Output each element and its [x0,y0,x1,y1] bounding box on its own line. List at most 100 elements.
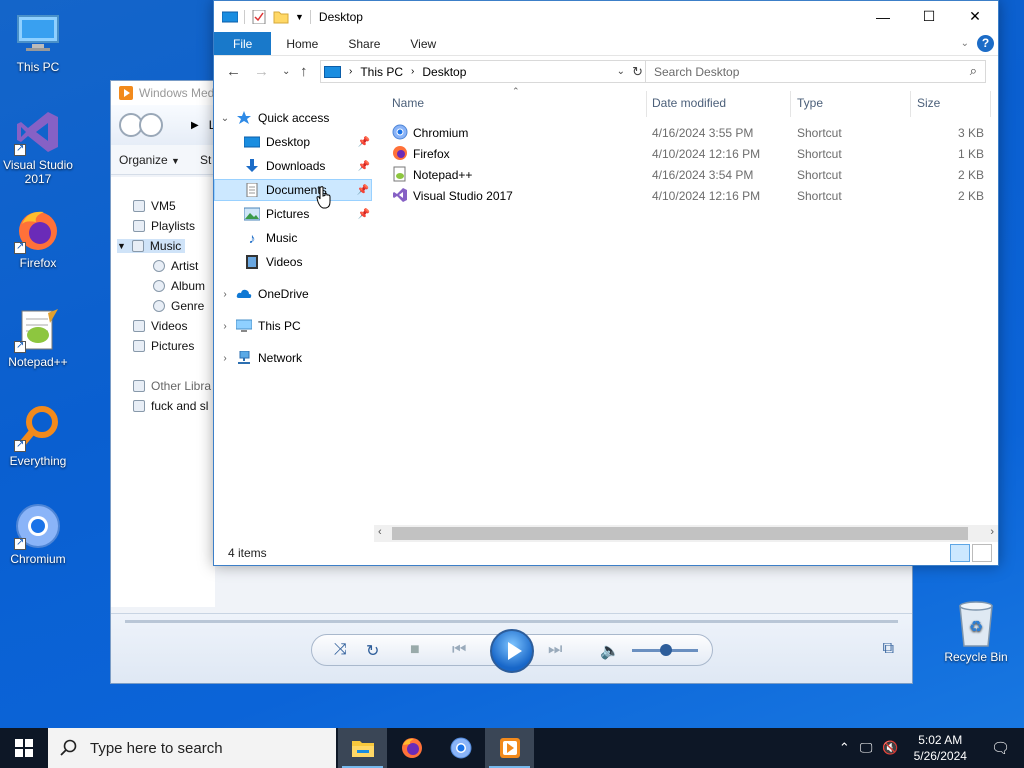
notifications-icon[interactable]: 🗨 [977,739,1024,757]
stop-icon[interactable]: ■ [410,641,420,659]
library-item-videos[interactable]: Videos [133,319,187,333]
forward-button[interactable] [139,113,163,137]
nav-item-videos[interactable]: Videos [244,251,302,273]
scroll-left-icon[interactable]: ‹ [378,526,382,538]
library-item-genre[interactable]: Genre [153,299,204,313]
view-switcher [950,544,992,562]
desktop-icon-this-pc[interactable]: This PC [0,10,76,74]
table-row[interactable]: Visual Studio 2017 4/10/2024 12:16 PM Sh… [384,185,990,206]
back-arrow-icon[interactable]: ← [226,63,241,80]
refresh-icon[interactable]: ↻ [632,64,643,80]
next-icon[interactable]: ⏭ [548,641,562,659]
clock[interactable]: 5:02 AM 5/26/2024 [904,732,977,764]
tab-file[interactable]: File [214,32,272,55]
details-view-button[interactable] [950,544,970,562]
nav-this-pc[interactable]: › This PC [220,315,300,337]
breadcrumb-desktop[interactable]: Desktop [422,65,466,79]
up-arrow-icon[interactable]: ↑ [300,63,308,80]
scroll-right-icon[interactable]: › [990,526,994,538]
desktop-icon-visual-studio[interactable]: Visual Studio 2017 [0,108,76,186]
close-button[interactable]: ✕ [952,1,998,32]
search-box[interactable]: Search Desktop ⌕ [645,60,986,83]
library-item-vm5[interactable]: VM5 [133,199,176,213]
network-status-icon[interactable]: 🖵 [855,740,878,756]
address-bar[interactable]: › This PC › Desktop ⌄ ↻ [320,60,646,83]
nav-item-pictures[interactable]: Pictures 📌 [244,203,370,225]
customize-toolbar-icon[interactable]: ▼ [295,12,304,22]
library-item-album[interactable]: Album [153,279,205,293]
stream-button[interactable]: St [200,153,211,167]
file-explorer-window[interactable]: ▼ Desktop — ☐ ✕ File Home Share View ⌄ ?… [213,0,999,566]
nav-quick-access[interactable]: ⌄ Quick access [220,107,329,129]
help-icon[interactable]: ? [977,35,994,52]
column-divider[interactable] [646,91,647,117]
expand-ribbon-icon[interactable]: ⌄ [961,38,969,49]
start-button[interactable] [0,728,48,768]
library-item-playlists[interactable]: Playlists [133,219,195,233]
forward-arrow-icon[interactable]: → [254,63,269,80]
volume-muted-icon[interactable]: 🔇 [877,740,903,756]
table-row[interactable]: Chromium 4/16/2024 3:55 PM Shortcut 3 KB [384,122,990,143]
column-divider[interactable] [790,91,791,117]
repeat-icon[interactable]: ↻ [366,641,379,661]
sort-ascending-icon: ⌃ [512,86,520,96]
tab-home[interactable]: Home [271,32,333,55]
library-item-pictures[interactable]: Pictures [133,339,194,353]
nav-item-documents[interactable]: Documents 📌 [214,179,372,201]
horizontal-scrollbar[interactable]: ‹ › [374,525,998,542]
column-header-size[interactable]: Size [917,96,940,110]
nav-network[interactable]: › Network [220,347,302,369]
shuffle-icon[interactable]: ⤨ [334,641,347,659]
switch-to-now-playing-icon[interactable]: ⧉ [883,640,894,658]
column-header-date-modified[interactable]: Date modified [652,96,726,110]
table-row[interactable]: Notepad++ 4/16/2024 3:54 PM Shortcut 2 K… [384,164,990,185]
cloud-icon [236,289,252,298]
taskbar-media-player[interactable] [485,728,534,768]
column-header-type[interactable]: Type [797,96,823,110]
desktop-icon-recycle-bin[interactable]: ♻ Recycle Bin [940,600,1012,664]
previous-icon[interactable]: ⏮ [452,641,466,659]
explorer-titlebar[interactable]: ▼ Desktop — ☐ ✕ [214,1,998,32]
address-dropdown-icon[interactable]: ⌄ [617,66,625,77]
table-row[interactable]: Firefox 4/10/2024 12:16 PM Shortcut 1 KB [384,143,990,164]
tab-share[interactable]: Share [333,32,395,55]
nav-onedrive[interactable]: › OneDrive [220,283,308,305]
taskbar-search-box[interactable]: Type here to search [48,728,336,768]
volume-icon[interactable]: 🔈 [600,641,620,661]
desktop-icon-firefox[interactable]: Firefox [0,206,76,270]
maximize-button[interactable]: ☐ [906,1,952,32]
scrollbar-thumb[interactable] [392,527,968,540]
nav-item-desktop[interactable]: Desktop 📌 [244,131,370,153]
file-type: Shortcut [797,189,842,203]
taskbar-firefox[interactable] [387,728,436,768]
tab-view[interactable]: View [395,32,451,55]
seek-bar[interactable] [125,620,898,623]
column-divider[interactable] [990,91,991,117]
library-item-user-library[interactable]: fuck and sl [133,399,208,413]
file-date: 4/16/2024 3:55 PM [652,126,754,140]
column-divider[interactable] [910,91,911,117]
library-item-music[interactable]: ▼ Music [117,239,186,253]
library-item-artist[interactable]: Artist [153,259,198,273]
taskbar-file-explorer[interactable] [338,728,387,768]
nav-item-music[interactable]: ♪ Music [244,227,298,249]
new-folder-icon[interactable] [273,10,289,24]
file-size: 1 KB [957,147,984,161]
large-icons-view-button[interactable] [972,544,992,562]
desktop-icon-chromium[interactable]: Chromium [0,502,76,566]
taskbar-chromium[interactable] [436,728,485,768]
desktop-icon-everything[interactable]: Everything [0,404,76,468]
breadcrumb-this-pc[interactable]: This PC [360,65,403,79]
nav-item-downloads[interactable]: Downloads 📌 [244,155,370,177]
column-header-name[interactable]: Name [392,96,424,110]
desktop-icon-notepadpp[interactable]: Notepad++ [0,305,76,369]
library-item-other-libraries[interactable]: Other Libra [133,379,211,393]
media-player-icon [119,86,133,100]
show-hidden-icons-icon[interactable]: ⌃ [834,740,855,756]
properties-icon[interactable] [251,9,267,24]
recent-locations-icon[interactable]: ⌄ [282,66,290,77]
volume-slider-handle[interactable] [660,644,672,656]
minimize-button[interactable]: — [860,1,906,32]
organize-button[interactable]: Organize ▼ [119,153,180,167]
play-button[interactable] [490,629,534,673]
